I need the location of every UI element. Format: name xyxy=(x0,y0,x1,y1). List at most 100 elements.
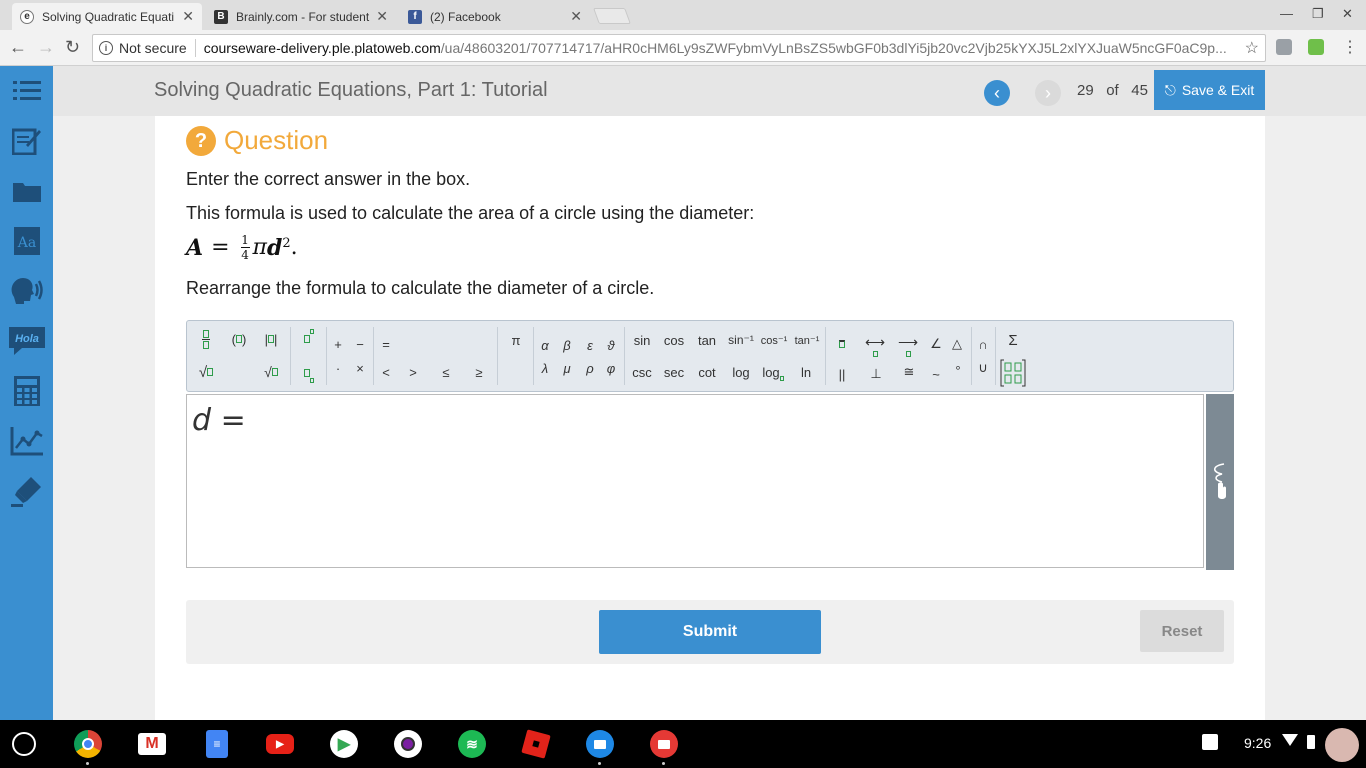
highlighter-icon[interactable] xyxy=(0,466,53,516)
subscript-button[interactable] xyxy=(301,363,317,383)
beta-button[interactable]: β xyxy=(560,336,574,354)
cot-button[interactable]: cot xyxy=(695,363,719,381)
save-exit-button[interactable]: ⎋ Save & Exit xyxy=(1154,70,1265,110)
times-button[interactable]: × xyxy=(353,359,367,377)
phi-button[interactable]: φ xyxy=(604,359,618,377)
reload-icon[interactable]: ↻ xyxy=(65,37,80,58)
union-button[interactable]: ∪ xyxy=(976,359,990,377)
arctan-button[interactable]: tan⁻¹ xyxy=(791,331,823,349)
wifi-icon[interactable] xyxy=(1282,734,1298,746)
clock[interactable]: 9:26 xyxy=(1244,735,1271,751)
alpha-button[interactable]: α xyxy=(538,336,552,354)
absolute-value-button[interactable]: | | xyxy=(261,329,281,349)
degree-button[interactable]: ° xyxy=(951,361,965,379)
overline-button[interactable] xyxy=(835,335,849,353)
restore-icon[interactable]: ❐ xyxy=(1312,6,1324,22)
tab-solving-quadratic[interactable]: e Solving Quadratic Equati ✕ xyxy=(12,3,202,30)
tab-facebook[interactable]: f (2) Facebook ✕ xyxy=(400,3,590,30)
plus-button[interactable]: + xyxy=(331,335,345,353)
theta-button[interactable]: ϑ xyxy=(604,336,618,354)
less-than-button[interactable]: < xyxy=(379,363,393,381)
camera-icon[interactable] xyxy=(394,730,422,758)
pi-button[interactable]: π xyxy=(509,331,523,349)
close-tab-icon[interactable]: ✕ xyxy=(376,8,388,25)
angle-button[interactable]: ∠ xyxy=(928,335,944,353)
next-page-button[interactable]: › xyxy=(1035,80,1061,106)
submit-button[interactable]: Submit xyxy=(599,610,821,654)
address-bar[interactable]: i Not secure courseware-delivery.ple.pla… xyxy=(92,34,1266,62)
ray-button[interactable]: ⟶ xyxy=(897,333,919,357)
previous-page-button[interactable]: ‹ xyxy=(984,80,1010,106)
less-equal-button[interactable]: ≤ xyxy=(439,363,453,381)
matrix-button[interactable] xyxy=(1000,359,1026,387)
new-tab-button[interactable] xyxy=(593,8,631,24)
congruent-button[interactable]: ≅ xyxy=(902,363,916,381)
gmail-icon[interactable]: M xyxy=(138,733,166,755)
parallel-button[interactable]: || xyxy=(835,365,849,383)
back-icon[interactable]: ← xyxy=(9,37,27,58)
similar-button[interactable]: ~ xyxy=(928,365,944,383)
perpendicular-button[interactable]: ⊥ xyxy=(869,365,883,383)
battery-icon[interactable] xyxy=(1307,735,1315,749)
log-button[interactable]: log xyxy=(729,363,753,381)
handwriting-toggle-button[interactable] xyxy=(1206,394,1234,570)
log-base-button[interactable]: log xyxy=(761,363,785,381)
greater-than-button[interactable]: > xyxy=(406,363,420,381)
spotify-icon[interactable]: ≋ xyxy=(458,730,486,758)
dictionary-icon[interactable]: Aa xyxy=(0,216,53,266)
mu-button[interactable]: μ xyxy=(560,359,574,377)
close-tab-icon[interactable]: ✕ xyxy=(182,8,194,25)
extension-icon[interactable] xyxy=(1276,39,1292,55)
square-root-button[interactable]: √ xyxy=(195,361,217,383)
sec-button[interactable]: sec xyxy=(661,363,687,381)
minus-button[interactable]: − xyxy=(353,335,367,353)
screenshot-icon[interactable] xyxy=(1202,734,1218,750)
line-button[interactable]: ⟷ xyxy=(863,333,887,357)
roblox-icon[interactable] xyxy=(521,729,551,759)
calculator-icon[interactable] xyxy=(0,366,53,416)
cos-button[interactable]: cos xyxy=(661,331,687,349)
edit-notes-icon[interactable] xyxy=(0,116,53,166)
graph-icon[interactable] xyxy=(0,416,53,466)
arccos-button[interactable]: cos⁻¹ xyxy=(758,331,790,349)
dot-button[interactable]: · xyxy=(331,359,345,377)
play-store-icon[interactable]: ▶ xyxy=(330,730,358,758)
equals-button[interactable]: = xyxy=(379,335,393,353)
ln-button[interactable]: ln xyxy=(797,363,815,381)
answer-input[interactable]: d = xyxy=(186,394,1204,568)
lambda-button[interactable]: λ xyxy=(538,359,552,377)
list-icon[interactable] xyxy=(0,66,53,116)
minimize-icon[interactable]: — xyxy=(1280,6,1293,21)
close-tab-icon[interactable]: ✕ xyxy=(570,8,582,25)
avatar[interactable] xyxy=(1325,728,1359,762)
reset-button[interactable]: Reset xyxy=(1140,610,1224,652)
photos-icon[interactable] xyxy=(650,730,678,758)
forward-icon[interactable]: → xyxy=(37,37,55,58)
files-icon[interactable] xyxy=(586,730,614,758)
extension-icon[interactable] xyxy=(1308,39,1324,55)
sin-button[interactable]: sin xyxy=(630,331,654,349)
close-window-icon[interactable]: ✕ xyxy=(1342,6,1353,22)
tan-button[interactable]: tan xyxy=(695,331,719,349)
bookmark-star-icon[interactable]: ☆ xyxy=(1245,38,1259,58)
folder-icon[interactable] xyxy=(0,166,53,216)
epsilon-button[interactable]: ε xyxy=(583,336,597,354)
exponent-button[interactable] xyxy=(301,329,317,349)
summation-button[interactable]: Σ xyxy=(1004,327,1022,353)
tab-brainly[interactable]: B Brainly.com - For student ✕ xyxy=(206,3,396,30)
nth-root-button[interactable]: √ xyxy=(259,361,283,383)
translate-hola-icon[interactable]: Hola xyxy=(0,316,53,366)
text-to-speech-icon[interactable] xyxy=(0,266,53,316)
arcsin-button[interactable]: sin⁻¹ xyxy=(725,331,757,349)
fraction-button[interactable] xyxy=(199,327,213,351)
csc-button[interactable]: csc xyxy=(630,363,654,381)
chrome-icon[interactable] xyxy=(74,730,102,758)
menu-kebab-icon[interactable]: ⋮ xyxy=(1342,37,1358,57)
triangle-button[interactable]: △ xyxy=(949,335,965,353)
parentheses-button[interactable]: () xyxy=(227,329,251,349)
docs-icon[interactable]: ≡ xyxy=(206,730,228,758)
launcher-icon[interactable] xyxy=(12,732,36,756)
greater-equal-button[interactable]: ≥ xyxy=(472,363,486,381)
info-icon[interactable]: i xyxy=(99,41,113,55)
intersection-button[interactable]: ∩ xyxy=(976,335,990,353)
